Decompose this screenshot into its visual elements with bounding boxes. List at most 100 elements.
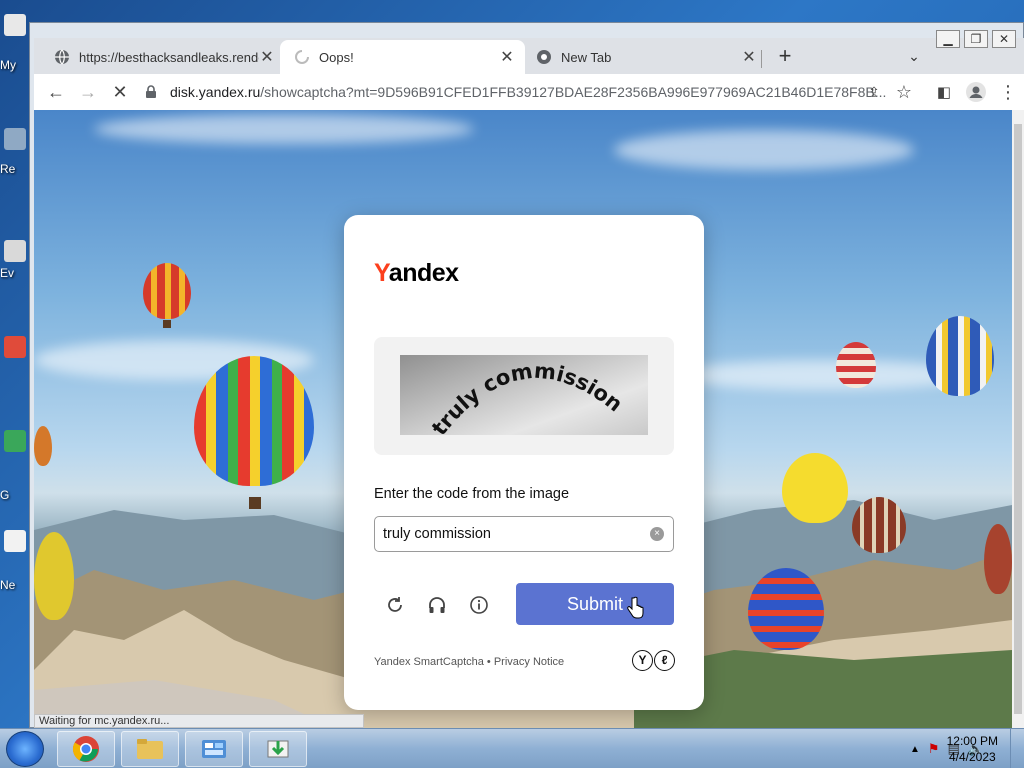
window-controls: ▁ ❐ ✕ bbox=[936, 30, 1016, 48]
tab-oops[interactable]: Oops! ✕ bbox=[280, 40, 525, 74]
clock[interactable]: 12:00 PM 4/4/2023 bbox=[947, 733, 998, 765]
balloon bbox=[984, 524, 1012, 594]
taskbar-explorer[interactable] bbox=[121, 731, 179, 767]
lock-icon[interactable] bbox=[144, 85, 158, 99]
taskbar: ▲ ⚑ ▤ 🔈 12:00 PM 4/4/2023 bbox=[0, 728, 1024, 768]
tab-besthacks[interactable]: https://besthacksandleaks.rende ✕ bbox=[40, 40, 285, 74]
balloon bbox=[836, 342, 876, 388]
info-icon[interactable] bbox=[467, 593, 491, 617]
close-tab-icon[interactable]: ✕ bbox=[259, 47, 275, 67]
minimize-icon[interactable]: ▁ bbox=[936, 30, 960, 48]
captcha-image-container: truly commission bbox=[374, 337, 674, 455]
app-icon[interactable] bbox=[4, 336, 26, 358]
globe-icon bbox=[55, 49, 69, 65]
footer-separator: • bbox=[486, 656, 491, 668]
maximize-icon[interactable]: ❐ bbox=[964, 30, 988, 48]
balloon bbox=[194, 356, 314, 486]
tab-newtab[interactable]: New Tab ✕ bbox=[522, 40, 767, 74]
captcha-card: Yandex truly commission Enter the code f… bbox=[344, 215, 704, 710]
tab-separator bbox=[761, 50, 762, 68]
status-bubble: Waiting for mc.yandex.ru... bbox=[34, 714, 364, 728]
yandex-logo: Yandex bbox=[374, 259, 459, 287]
close-icon[interactable]: ✕ bbox=[992, 30, 1016, 48]
clock-time: 12:00 PM bbox=[946, 734, 998, 748]
tab-strip: https://besthacksandleaks.rende ✕ Oops! … bbox=[34, 38, 1024, 74]
page-scrollbar[interactable] bbox=[1012, 110, 1024, 728]
hand-cursor-icon bbox=[627, 596, 644, 619]
tab-search-icon[interactable]: ⌄ bbox=[902, 44, 926, 68]
balloon bbox=[34, 426, 52, 466]
cloud bbox=[614, 130, 914, 170]
url-host: disk.yandex.ru bbox=[170, 84, 261, 100]
balloon bbox=[852, 497, 906, 553]
captcha-text-art: truly commission bbox=[427, 359, 627, 435]
balloon bbox=[748, 568, 824, 650]
balloon bbox=[926, 316, 994, 396]
taskbar-app[interactable] bbox=[249, 731, 307, 767]
start-button[interactable] bbox=[6, 731, 44, 767]
address-bar[interactable]: disk.yandex.ru/showcaptcha?mt=9D596B91CF… bbox=[144, 78, 894, 106]
smartcaptcha-logo: Y ℓ bbox=[632, 650, 675, 671]
captcha-prompt: Enter the code from the image bbox=[374, 486, 570, 502]
document-icon[interactable] bbox=[4, 530, 26, 552]
share-icon[interactable]: ⇪ bbox=[860, 78, 888, 106]
app-icon[interactable] bbox=[4, 430, 26, 452]
recycle-bin-icon[interactable] bbox=[4, 128, 26, 150]
chrome-icon bbox=[72, 736, 99, 762]
taskbar-chrome[interactable] bbox=[57, 731, 115, 767]
close-tab-icon[interactable]: ✕ bbox=[741, 47, 757, 67]
balloon bbox=[34, 532, 74, 620]
submit-button[interactable]: Submit bbox=[516, 583, 674, 625]
desktop-icon-label: My bbox=[0, 58, 16, 72]
clock-date: 4/4/2023 bbox=[948, 750, 996, 764]
clear-input-icon[interactable]: × bbox=[650, 527, 664, 541]
url-text: disk.yandex.ru/showcaptcha?mt=9D596B91CF… bbox=[170, 84, 886, 100]
desktop-icon-label: Ev bbox=[0, 266, 15, 280]
tab-title: New Tab bbox=[561, 49, 612, 65]
captcha-footer: Yandex SmartCaptcha • Privacy Notice bbox=[374, 656, 564, 668]
scrollbar-thumb[interactable] bbox=[1014, 124, 1022, 714]
new-tab-button[interactable]: + bbox=[772, 44, 798, 70]
desktop-icon-label: G bbox=[0, 488, 10, 502]
folder-icon bbox=[137, 739, 163, 759]
close-tab-icon[interactable]: ✕ bbox=[499, 47, 515, 67]
side-panel-icon[interactable]: ◧ bbox=[930, 78, 958, 106]
computer-icon[interactable] bbox=[4, 14, 26, 36]
forward-icon[interactable]: → bbox=[74, 78, 102, 106]
profile-icon[interactable] bbox=[962, 78, 990, 106]
balloon bbox=[143, 263, 191, 319]
smartcaptcha-link[interactable]: Yandex SmartCaptcha bbox=[374, 656, 484, 668]
submit-label: Submit bbox=[566, 593, 624, 614]
captcha-image: truly commission bbox=[400, 355, 648, 435]
loading-spinner-icon bbox=[295, 50, 309, 64]
balloon bbox=[782, 453, 848, 523]
download-app-icon bbox=[267, 740, 289, 758]
taskbar-control-panel[interactable] bbox=[185, 731, 243, 767]
privacy-notice-link[interactable]: Privacy Notice bbox=[494, 656, 564, 668]
code-input[interactable] bbox=[383, 517, 643, 551]
back-icon[interactable]: ← bbox=[42, 78, 70, 106]
chrome-icon bbox=[537, 50, 551, 64]
action-center-icon[interactable]: ⚑ bbox=[928, 741, 940, 757]
logo-letter: ℓ bbox=[654, 650, 675, 671]
url-path: /showcaptcha?mt=9D596B91CFED1FFB39127BDA… bbox=[260, 84, 887, 100]
stop-icon[interactable]: ✕ bbox=[106, 78, 134, 106]
show-hidden-icons[interactable]: ▲ bbox=[910, 744, 920, 755]
svg-text:truly commission: truly commission bbox=[427, 359, 627, 435]
balloon-basket bbox=[163, 320, 171, 328]
toolbar: ← → ✕ disk.yandex.ru/showcaptcha?mt=9D59… bbox=[34, 74, 1024, 110]
tab-title: Oops! bbox=[319, 49, 354, 65]
code-input-field[interactable]: × bbox=[374, 516, 674, 552]
show-desktop-button[interactable] bbox=[1010, 729, 1024, 768]
cloud bbox=[94, 114, 474, 144]
desktop-icon-label: Re bbox=[0, 162, 16, 176]
balloon-basket bbox=[249, 497, 261, 509]
control-panel-icon bbox=[202, 740, 226, 758]
headphones-icon[interactable] bbox=[425, 593, 449, 617]
logo-letter: Y bbox=[632, 650, 653, 671]
app-icon[interactable] bbox=[4, 240, 26, 262]
tab-title: https://besthacksandleaks.rende bbox=[79, 49, 259, 65]
refresh-icon[interactable] bbox=[383, 593, 407, 617]
menu-kebab-icon[interactable]: ⋮ bbox=[994, 78, 1022, 106]
bookmark-star-icon[interactable]: ☆ bbox=[890, 78, 918, 106]
